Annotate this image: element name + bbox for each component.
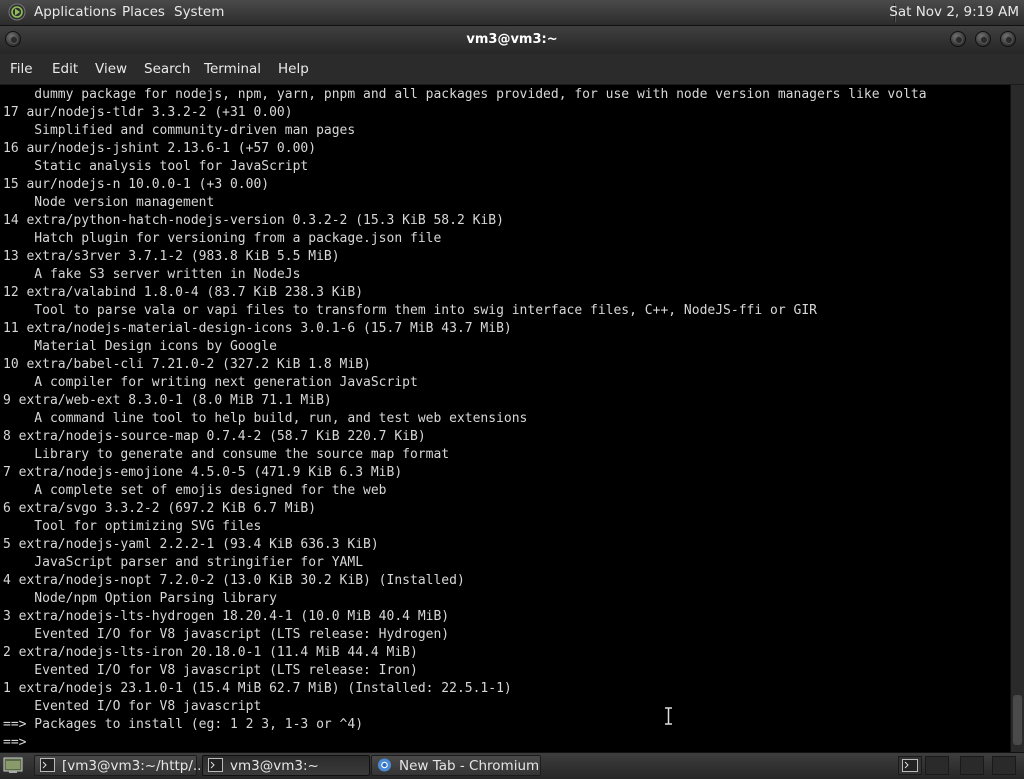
terminal-line: 1 extra/nodejs 23.1.0-1 (15.4 MiB 62.7 M… <box>3 681 512 696</box>
terminal-line: Tool to parse vala or vapi files to tran… <box>3 303 817 318</box>
terminal-line: 8 extra/nodejs-source-map 0.7.4-2 (58.7 … <box>3 429 426 444</box>
menu-file[interactable]: File <box>10 61 33 77</box>
applications-menu-icon[interactable] <box>8 3 26 21</box>
terminal-line: Evented I/O for V8 javascript (LTS relea… <box>3 663 418 678</box>
terminal-menubar: File Edit View Search Terminal Help <box>0 54 1024 85</box>
chromium-icon <box>377 758 392 772</box>
top-panel: Applications Places System Sat Nov 2, 9:… <box>0 0 1024 26</box>
workspace-switcher-4[interactable] <box>992 756 1016 775</box>
terminal-line: Library to generate and consume the sour… <box>3 447 450 462</box>
terminal-line: 3 extra/nodejs-lts-hydrogen 18.20.4-1 (1… <box>3 609 450 624</box>
terminal-line: 4 extra/nodejs-nopt 7.2.0-2 (13.0 KiB 30… <box>3 573 465 588</box>
terminal-line: JavaScript parser and stringifier for YA… <box>3 555 364 570</box>
terminal-line: 12 extra/valabind 1.8.0-4 (83.7 KiB 238.… <box>3 285 364 300</box>
window-titlebar[interactable]: vm3@vm3:~ <box>0 26 1024 54</box>
terminal-line: 11 extra/nodejs-material-design-icons 3.… <box>3 321 512 336</box>
scrollbar-thumb[interactable] <box>1013 695 1022 745</box>
terminal-line: Node version management <box>3 195 215 210</box>
terminal-line: A complete set of emojis designed for th… <box>3 483 387 498</box>
menu-edit[interactable]: Edit <box>52 61 78 77</box>
workspace-switcher-3[interactable] <box>960 756 984 775</box>
terminal-output[interactable]: dummy package for nodejs, npm, yarn, pnp… <box>0 85 1010 752</box>
terminal-line: Simplified and community-driven man page… <box>3 123 356 138</box>
terminal-line: dummy package for nodejs, npm, yarn, pnp… <box>3 87 927 102</box>
ibeam-cursor-icon <box>665 707 672 725</box>
menu-terminal[interactable]: Terminal <box>204 61 261 77</box>
task-label: [vm3@vm3:~/http/... <box>62 758 206 774</box>
show-desktop-icon[interactable] <box>3 757 23 774</box>
terminal-line: 13 extra/s3rver 3.7.1-2 (983.8 KiB 5.5 M… <box>3 249 340 264</box>
terminal-line: Tool for optimizing SVG files <box>3 519 262 534</box>
terminal-line: Evented I/O for V8 javascript <box>3 699 262 714</box>
terminal-line: 7 extra/nodejs-emojione 4.5.0-5 (471.9 K… <box>3 465 403 480</box>
close-button[interactable] <box>1000 31 1016 47</box>
maximize-button[interactable] <box>975 31 991 47</box>
terminal-line: 14 extra/python-hatch-nodejs-version 0.3… <box>3 213 504 228</box>
system-menu[interactable]: System <box>174 4 224 20</box>
places-menu[interactable]: Places <box>122 4 165 20</box>
terminal-line: Static analysis tool for JavaScript <box>3 159 309 174</box>
workspace-switcher-1[interactable] <box>898 756 922 775</box>
terminal-icon <box>40 758 55 772</box>
menu-search[interactable]: Search <box>144 61 190 77</box>
terminal-line: 6 extra/svgo 3.3.2-2 (697.2 KiB 6.7 MiB) <box>3 501 317 516</box>
terminal-line: 10 extra/babel-cli 7.21.0-2 (327.2 KiB 1… <box>3 357 371 372</box>
menu-help[interactable]: Help <box>278 61 309 77</box>
taskbar-task-chromium[interactable]: New Tab - Chromium <box>371 755 541 776</box>
workspace-switcher-2[interactable] <box>925 756 949 775</box>
terminal-icon <box>902 759 918 772</box>
task-label: New Tab - Chromium <box>399 758 540 774</box>
task-label: vm3@vm3:~ <box>230 758 319 774</box>
terminal-line: Material Design icons by Google <box>3 339 277 354</box>
terminal-lines: dummy package for nodejs, npm, yarn, pnp… <box>3 86 927 752</box>
terminal-line: 16 aur/nodejs-jshint 2.13.6-1 (+57 0.00) <box>3 141 317 156</box>
terminal-icon <box>208 758 223 772</box>
terminal-line: ==> Packages to install (eg: 1 2 3, 1-3 … <box>3 717 364 732</box>
clock[interactable]: Sat Nov 2, 9:19 AM <box>889 4 1019 20</box>
terminal-line: A compiler for writing next generation J… <box>3 375 418 390</box>
terminal-line: Node/npm Option Parsing library <box>3 591 277 606</box>
minimize-button[interactable] <box>950 31 966 47</box>
window-title: vm3@vm3:~ <box>466 32 558 47</box>
bottom-taskbar: [vm3@vm3:~/http/... vm3@vm3:~ New Tab - … <box>0 752 1024 779</box>
terminal-line: A fake S3 server written in NodeJs <box>3 267 301 282</box>
terminal-line: 5 extra/nodejs-yaml 2.2.2-1 (93.4 KiB 63… <box>3 537 379 552</box>
menu-view[interactable]: View <box>95 61 127 77</box>
taskbar-task-terminal-http[interactable]: [vm3@vm3:~/http/... <box>34 755 206 776</box>
taskbar-task-terminal[interactable]: vm3@vm3:~ <box>202 755 370 776</box>
terminal-line: A command line tool to help build, run, … <box>3 411 528 426</box>
terminal-line: 17 aur/nodejs-tldr 3.3.2-2 (+31 0.00) <box>3 105 293 120</box>
terminal-line: 9 extra/web-ext 8.3.0-1 (8.0 MiB 71.1 Mi… <box>3 393 332 408</box>
terminal-line: ==> <box>3 735 35 750</box>
terminal-line: 2 extra/nodejs-lts-iron 20.18.0-1 (11.4 … <box>3 645 418 660</box>
terminal-scrollbar[interactable] <box>1010 85 1024 752</box>
terminal-line: Hatch plugin for versioning from a packa… <box>3 231 442 246</box>
terminal-line: 15 aur/nodejs-n 10.0.0-1 (+3 0.00) <box>3 177 270 192</box>
terminal-line: Evented I/O for V8 javascript (LTS relea… <box>3 627 450 642</box>
applications-menu[interactable]: Applications <box>34 4 116 20</box>
